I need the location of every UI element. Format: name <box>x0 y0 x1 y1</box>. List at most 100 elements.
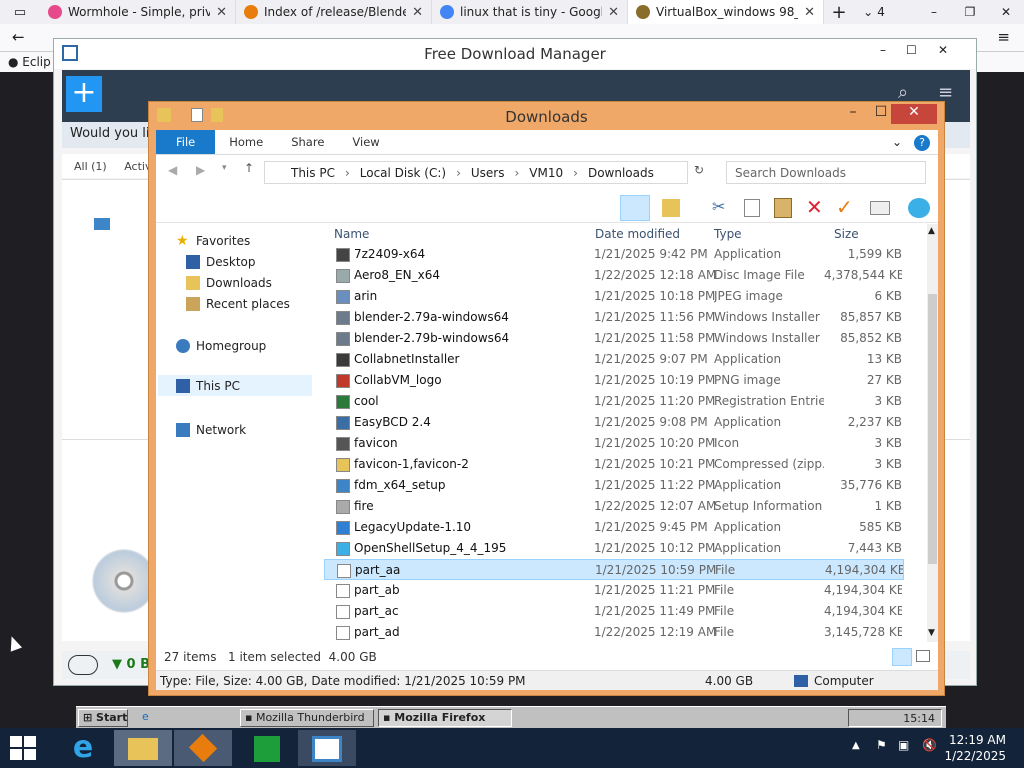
nav-thispc[interactable]: This PC <box>158 375 312 396</box>
tray-chevron-icon[interactable]: ▲ <box>852 740 860 751</box>
options-icon[interactable] <box>870 201 890 215</box>
file-row[interactable]: favicon 1/21/2025 10:20 PM Icon 3 KB <box>324 433 904 454</box>
details-view-icon[interactable] <box>892 648 912 666</box>
breadcrumb-localdisk[interactable]: Local Disk (C:) <box>360 166 446 180</box>
file-row[interactable]: EasyBCD 2.4 1/21/2025 9:08 PM Application 2… <box>324 412 904 433</box>
breadcrumb-chevron-icon[interactable]: › <box>514 166 519 180</box>
file-row[interactable]: 7z2409-x64 1/21/2025 9:42 PM Application 1,… <box>324 244 904 265</box>
col-type[interactable]: Type <box>714 227 742 241</box>
fdm-taskbar-icon[interactable] <box>298 730 356 766</box>
file-row[interactable]: arin 1/21/2025 10:18 PM JPEG image 6 KB <box>324 286 904 307</box>
filter-all[interactable]: All (1) <box>74 160 107 173</box>
browser-tab[interactable]: Wormhole - Simple, privat ✕ <box>40 0 236 24</box>
breadcrumb-thispc[interactable]: This PC <box>291 166 335 180</box>
col-size[interactable]: Size <box>834 227 859 241</box>
tab-file[interactable]: File <box>156 130 216 154</box>
col-date[interactable]: Date modified <box>595 227 680 241</box>
breadcrumb-downloads[interactable]: Downloads <box>588 166 654 180</box>
close-icon[interactable]: ✕ <box>988 0 1024 24</box>
refresh-icon[interactable]: ↻ <box>694 163 704 177</box>
large-icons-view-icon[interactable] <box>916 650 930 662</box>
file-row[interactable]: part_ad 1/22/2025 12:19 AM File 3,145,728 K… <box>324 622 904 643</box>
forward-icon[interactable]: ▶ <box>196 163 205 177</box>
file-row[interactable]: cool 1/21/2025 11:20 PM Registration Entri… <box>324 391 904 412</box>
volume-muted-icon[interactable]: 🔇 <box>922 738 937 752</box>
file-row[interactable]: part_aa 1/21/2025 10:59 PM File 4,194,304 K… <box>324 559 904 580</box>
start-button[interactable]: ⊞ Start <box>78 709 128 727</box>
back-icon[interactable]: ← <box>12 28 25 46</box>
tab-list-button[interactable]: ⌄ 4 <box>854 0 894 24</box>
new-tab-button[interactable]: + <box>824 0 854 24</box>
file-row[interactable]: CollabnetInstaller 1/21/2025 9:07 PM Appli… <box>324 349 904 370</box>
network-tray-icon[interactable]: ▣ <box>898 738 909 752</box>
breadcrumb-chevron-icon[interactable]: › <box>456 166 461 180</box>
nav-network[interactable]: Network <box>176 423 246 437</box>
search-icon[interactable]: ⌕ <box>898 82 908 103</box>
tab-close-icon[interactable]: ✕ <box>412 5 423 20</box>
file-row[interactable]: blender-2.79b-windows64 1/21/2025 11:58 P… <box>324 328 904 349</box>
vertical-scrollbar[interactable]: ▲ ▼ <box>927 224 938 642</box>
file-row[interactable]: blender-2.79a-windows64 1/21/2025 11:56 P… <box>324 307 904 328</box>
rename-icon[interactable]: ✓ <box>836 195 853 219</box>
back-icon[interactable]: ◀ <box>168 163 177 177</box>
file-row[interactable]: fdm_x64_setup 1/21/2025 11:22 PM Applicati… <box>324 475 904 496</box>
nav-favorites[interactable]: ★ Favorites <box>176 234 250 248</box>
browser-tab[interactable]: VirtualBox_windows 98_22 ✕ <box>628 0 824 24</box>
address-bar[interactable]: This PC › Local Disk (C:) › Users › VM10 › D… <box>264 161 688 184</box>
explorer-minimize-icon[interactable]: – <box>839 104 867 124</box>
win8-clock[interactable]: 12:19 AM 1/22/2025 <box>944 732 1006 764</box>
minimize-icon[interactable]: – <box>916 0 952 24</box>
file-row[interactable]: LegacyUpdate-1.10 1/21/2025 9:45 PM Applic… <box>324 517 904 538</box>
tab-home[interactable]: Home <box>215 130 277 154</box>
quicklaunch-ie-icon[interactable]: e <box>138 709 156 727</box>
cut-icon[interactable]: ✂ <box>712 197 725 216</box>
scroll-down-icon[interactable]: ▼ <box>928 628 935 638</box>
search-input[interactable]: Search Downloads <box>726 161 926 184</box>
paste-icon[interactable] <box>774 198 792 218</box>
file-explorer-icon[interactable] <box>114 730 172 766</box>
browser-tab[interactable]: Index of /release/Blender2 ✕ <box>236 0 432 24</box>
explorer-close-icon[interactable]: ✕ <box>891 104 937 124</box>
tab-view[interactable]: View <box>338 130 393 154</box>
breadcrumb-vm10[interactable]: VM10 <box>529 166 563 180</box>
recent-locations-icon[interactable]: ▾ <box>222 163 227 173</box>
windows-start-icon[interactable] <box>10 736 36 760</box>
virtualbox-icon[interactable] <box>174 730 232 766</box>
ribbon-expand-icon[interactable]: ⌄ <box>888 130 906 154</box>
col-name[interactable]: Name <box>334 227 369 241</box>
fdm-minimize-icon[interactable]: – <box>880 43 886 57</box>
nav-recent[interactable]: Recent places <box>186 297 290 311</box>
tab-close-icon[interactable]: ✕ <box>608 5 619 20</box>
tab-close-icon[interactable]: ✕ <box>216 5 227 20</box>
menu-icon[interactable]: ≡ <box>938 82 953 103</box>
tab-close-icon[interactable]: ✕ <box>804 5 815 20</box>
scrollbar-thumb[interactable] <box>928 294 937 564</box>
add-download-button[interactable]: + <box>66 76 102 112</box>
preview-pane-icon[interactable] <box>620 195 650 221</box>
task-thunderbird[interactable]: ▪ Mozilla Thunderbird <box>240 709 374 727</box>
file-row[interactable]: CollabVM_logo 1/21/2025 10:19 PM PNG image… <box>324 370 904 391</box>
breadcrumb-chevron-icon[interactable]: › <box>573 166 578 180</box>
nav-homegroup[interactable]: Homegroup <box>176 339 266 353</box>
fdm-maximize-icon[interactable]: ☐ <box>906 43 917 57</box>
up-icon[interactable]: ↑ <box>244 161 254 175</box>
file-row[interactable]: Aero8_EN_x64 1/22/2025 12:18 AM Disc Image… <box>324 265 904 286</box>
properties-icon[interactable] <box>662 199 680 217</box>
file-row[interactable]: part_ac 1/21/2025 11:49 PM File 4,194,304 K… <box>324 601 904 622</box>
breadcrumb-chevron-icon[interactable]: › <box>345 166 350 180</box>
globe-icon[interactable] <box>908 198 930 218</box>
tab-overview-icon[interactable]: ▭ <box>0 0 40 24</box>
breadcrumb-users[interactable]: Users <box>471 166 505 180</box>
fdm-close-icon[interactable]: ✕ <box>938 43 948 57</box>
action-center-icon[interactable]: ⚑ <box>876 738 887 752</box>
file-row[interactable]: fire 1/22/2025 12:07 AM Setup Information 1… <box>324 496 904 517</box>
delete-icon[interactable]: ✕ <box>806 195 823 219</box>
bookmark-item[interactable]: ● Eclip <box>8 55 51 69</box>
scroll-up-icon[interactable]: ▲ <box>928 226 935 236</box>
file-row[interactable]: OpenShellSetup_4_4_195 1/21/2025 10:12 PM… <box>324 538 904 559</box>
help-icon[interactable]: ? <box>914 135 930 151</box>
store-icon[interactable] <box>238 730 296 766</box>
menu-icon[interactable]: ≡ <box>997 28 1010 46</box>
tab-share[interactable]: Share <box>277 130 338 154</box>
ie-icon[interactable]: e <box>54 730 112 766</box>
